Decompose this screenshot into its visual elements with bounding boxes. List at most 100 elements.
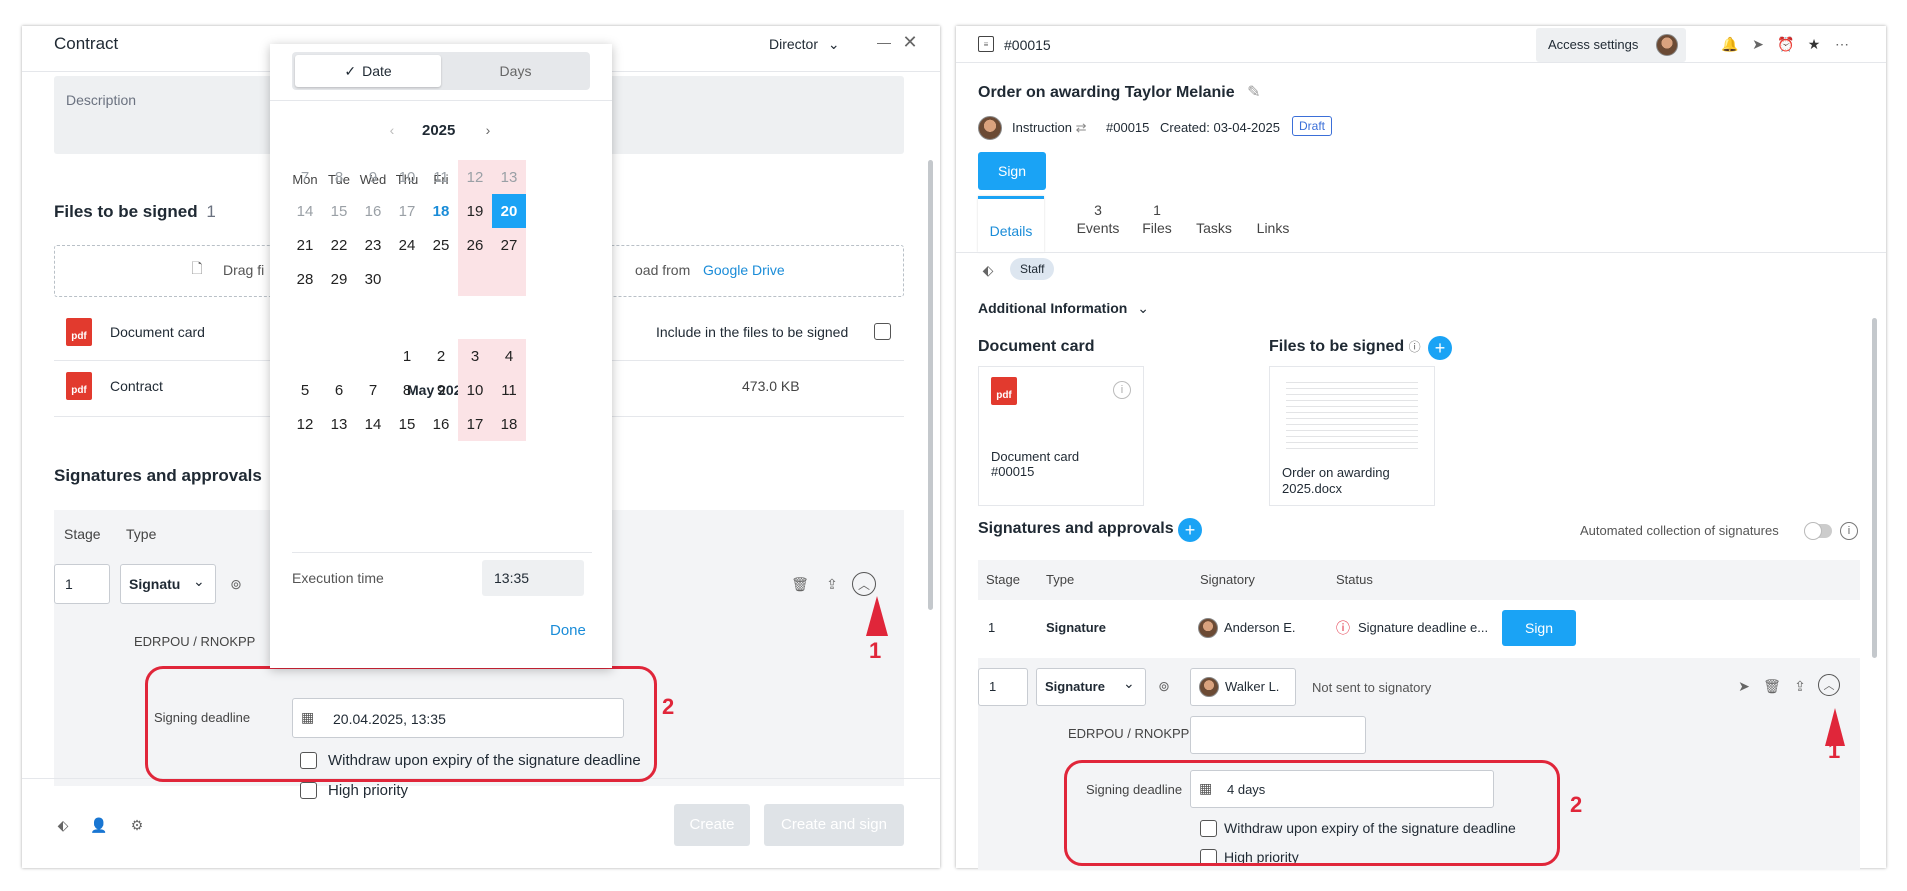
calendar-day[interactable]: 13 [322, 407, 356, 441]
calendar-day[interactable]: 17 [390, 194, 424, 228]
director-dropdown[interactable]: Director ⌄ [769, 36, 840, 53]
calendar-day[interactable]: 13 [492, 160, 526, 194]
row-sign-button[interactable]: Sign [1502, 610, 1576, 646]
calendar-day[interactable]: 19 [458, 194, 492, 228]
edrpou-input[interactable] [1190, 716, 1366, 754]
upload-icon[interactable]: ⇪ [822, 574, 842, 594]
calendar-day[interactable]: 10 [458, 373, 492, 407]
calendar-day[interactable]: 10 [390, 160, 424, 194]
info-icon[interactable]: i [1113, 381, 1131, 399]
calendar-day[interactable]: 21 [288, 228, 322, 262]
location-icon[interactable]: ⊚ [1154, 676, 1174, 696]
calendar-day[interactable]: 16 [424, 407, 458, 441]
calendar-day[interactable]: 4 [492, 339, 526, 373]
calendar-day[interactable]: 24 [390, 228, 424, 262]
auto-collect-toggle[interactable] [1804, 522, 1832, 540]
done-button[interactable]: Done [550, 622, 586, 639]
add-user-icon[interactable]: 👤 [88, 814, 110, 836]
tab-tasks[interactable]: Tasks [1184, 196, 1244, 252]
calendar-day[interactable]: 28 [288, 262, 322, 296]
include-checkbox[interactable] [874, 323, 891, 340]
access-settings-button[interactable]: Access settings [1536, 28, 1686, 62]
contract-file[interactable]: Contract [110, 378, 163, 394]
calendar-day[interactable]: 5 [288, 373, 322, 407]
calendar-day[interactable]: 8 [390, 373, 424, 407]
tab-events[interactable]: 3 Events [1068, 196, 1128, 252]
upload-icon[interactable]: ⇪ [1790, 676, 1810, 696]
chevron-left-icon[interactable]: ‹ [382, 120, 402, 140]
calendar-day[interactable]: 7 [356, 373, 390, 407]
trash-icon[interactable]: 🗑 [790, 574, 810, 594]
tag-chip[interactable]: Staff [1010, 258, 1055, 280]
stage-input[interactable]: 1 [54, 564, 110, 604]
tab-links[interactable]: Links [1246, 196, 1300, 252]
send-icon[interactable]: ➤ [1748, 34, 1768, 54]
tab-date[interactable]: ✓ Date [295, 55, 441, 87]
calendar-day[interactable]: 7 [288, 160, 322, 194]
tab-days[interactable]: Days [444, 55, 587, 87]
calendar-day[interactable]: 12 [458, 160, 492, 194]
create-and-sign-button[interactable]: Create and sign [764, 804, 904, 846]
type-select[interactable]: Signatu ⌄ [120, 564, 216, 604]
pencil-icon[interactable]: ✎ [1247, 84, 1260, 101]
gear-icon[interactable]: ⚙ [126, 814, 148, 836]
google-drive-link[interactable]: Google Drive [703, 262, 785, 278]
scrollbar[interactable] [928, 160, 933, 610]
calendar-day[interactable]: 29 [322, 262, 356, 296]
more-icon[interactable]: ⋯ [1832, 34, 1852, 54]
sign-button[interactable]: Sign [978, 152, 1046, 190]
calendar-day[interactable]: 12 [288, 407, 322, 441]
location-icon[interactable]: ⊚ [226, 574, 246, 594]
doc-card-file[interactable]: Document card [110, 324, 205, 340]
calendar-day[interactable]: 11 [492, 373, 526, 407]
doc-card-tile[interactable]: pdf i Document card #00015 [978, 366, 1144, 506]
scrollbar[interactable] [1872, 318, 1877, 658]
calendar-day[interactable]: 14 [356, 407, 390, 441]
info-icon[interactable]: ⓘ [1409, 340, 1421, 354]
star-icon[interactable]: ★ [1804, 34, 1824, 54]
calendar-day[interactable]: 26 [458, 228, 492, 262]
priority-checkbox[interactable] [300, 782, 317, 799]
execution-time-input[interactable]: 13:35 [482, 560, 584, 596]
calendar-day[interactable]: 20 [492, 194, 526, 228]
calendar-day[interactable]: 15 [390, 407, 424, 441]
tab-details[interactable]: Details [978, 196, 1044, 252]
calendar-day[interactable]: 18 [492, 407, 526, 441]
calendar-day[interactable]: 9 [424, 373, 458, 407]
calendar-day[interactable]: 17 [458, 407, 492, 441]
collapse-icon[interactable]: ︿ [852, 572, 876, 596]
calendar-day[interactable]: 11 [424, 160, 458, 194]
add-file-button[interactable]: + [1428, 336, 1452, 360]
create-button[interactable]: Create [674, 804, 750, 846]
calendar-day[interactable]: 2 [424, 339, 458, 373]
trash-icon[interactable]: 🗑 [1762, 676, 1782, 696]
calendar-day[interactable]: 25 [424, 228, 458, 262]
file-tile[interactable]: Order on awarding 2025.docx [1269, 366, 1435, 506]
tag-icon[interactable]: ⬖ [52, 814, 74, 836]
calendar-day[interactable]: 15 [322, 194, 356, 228]
add-signatory-button[interactable]: + [1178, 518, 1202, 542]
close-icon[interactable]: ✕ [900, 32, 920, 52]
calendar-day[interactable]: 9 [356, 160, 390, 194]
calendar-day[interactable]: 8 [322, 160, 356, 194]
calendar-day[interactable]: 27 [492, 228, 526, 262]
additional-info-toggle[interactable]: Additional Information ⌄ [978, 300, 1149, 317]
tab-files[interactable]: 1 Files [1134, 196, 1180, 252]
alarm-icon[interactable]: ⏰ [1776, 34, 1796, 54]
calendar-day[interactable]: 3 [458, 339, 492, 373]
calendar-day[interactable]: 6 [322, 373, 356, 407]
send-icon[interactable]: ➤ [1734, 676, 1754, 696]
minimize-icon[interactable]: — [874, 32, 894, 52]
collapse-icon[interactable]: ︿ [1818, 674, 1840, 696]
calendar-day[interactable]: 23 [356, 228, 390, 262]
stage-input[interactable]: 1 [978, 668, 1028, 706]
calendar-day[interactable]: 1 [390, 339, 424, 373]
calendar-day[interactable]: 18 [424, 194, 458, 228]
bell-icon[interactable]: 🔔 [1720, 34, 1740, 54]
chevron-right-icon[interactable]: › [478, 120, 498, 140]
type-select[interactable]: Signature ⌄ [1036, 668, 1146, 706]
calendar-day[interactable]: 14 [288, 194, 322, 228]
calendar-day[interactable]: 22 [322, 228, 356, 262]
calendar-day[interactable]: 30 [356, 262, 390, 296]
info-icon[interactable]: i [1840, 522, 1858, 540]
